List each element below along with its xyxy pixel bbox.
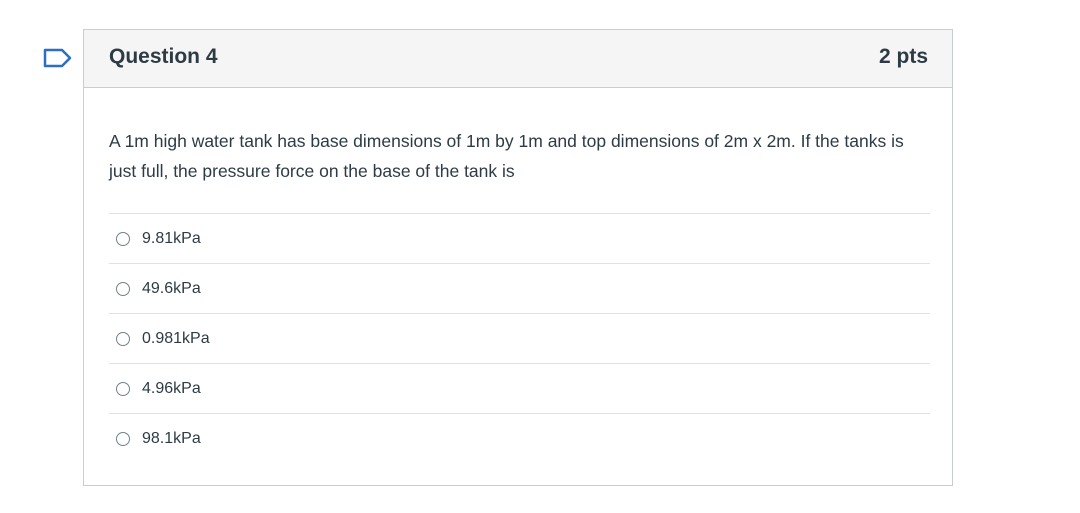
- radio-button-icon[interactable]: [116, 231, 130, 246]
- answer-list: 9.81kPa 49.6kPa 0.981kPa 4.96kPa 98.1kPa: [109, 213, 930, 463]
- answer-label: 4.96kPa: [142, 379, 201, 397]
- answer-label: 0.981kPa: [142, 329, 210, 347]
- radio-button-icon[interactable]: [116, 281, 130, 296]
- answer-option[interactable]: 9.81kPa: [109, 214, 930, 264]
- question-card: Question 4 2 pts A 1m high water tank ha…: [83, 29, 953, 486]
- answer-option[interactable]: 4.96kPa: [109, 364, 930, 414]
- answer-option[interactable]: 98.1kPa: [109, 414, 930, 463]
- radio-button-icon[interactable]: [116, 431, 130, 446]
- answer-option[interactable]: 49.6kPa: [109, 264, 930, 314]
- answer-option[interactable]: 0.981kPa: [109, 314, 930, 364]
- question-title: Question 4: [109, 45, 218, 68]
- question-text: A 1m high water tank has base dimensions…: [109, 131, 904, 181]
- bookmark-flag-icon: [43, 48, 72, 68]
- question-header: Question 4 2 pts: [84, 30, 952, 88]
- radio-button-icon[interactable]: [116, 331, 130, 346]
- radio-button-icon[interactable]: [116, 381, 130, 396]
- answer-label: 9.81kPa: [142, 229, 201, 247]
- answer-label: 98.1kPa: [142, 429, 201, 447]
- flag-question-icon[interactable]: [43, 47, 73, 69]
- question-points: 2 pts: [878, 45, 928, 68]
- answer-label: 49.6kPa: [142, 279, 201, 297]
